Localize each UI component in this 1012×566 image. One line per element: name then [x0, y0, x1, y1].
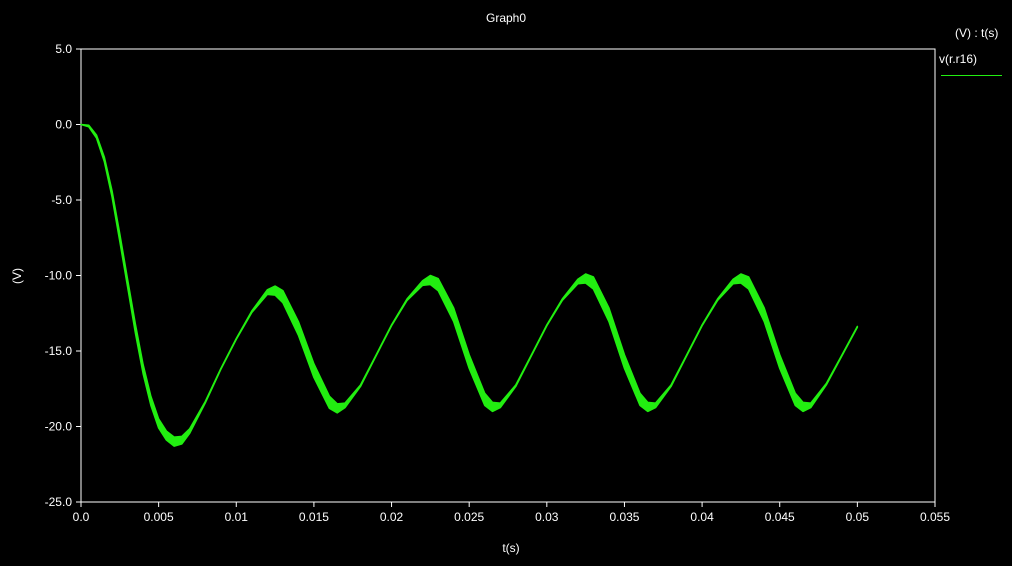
x-tick-label: 0.05 — [846, 510, 870, 524]
y-axis-ticks: 5.0 0.0 -5.0 -10.0 -15.0 -20.0 -25.0 — [45, 42, 81, 509]
chart-title: Graph0 — [486, 11, 526, 25]
x-tick-label: 0.02 — [380, 510, 404, 524]
y-tick-label: 0.0 — [55, 118, 72, 132]
y-tick-label: -10.0 — [45, 269, 73, 283]
y-axis-label: (V) — [10, 268, 24, 284]
series-layer — [80, 123, 859, 447]
x-tick-label: 0.04 — [690, 510, 714, 524]
x-tick-label: 0.025 — [454, 510, 484, 524]
y-tick-label: -25.0 — [45, 495, 73, 509]
y-tick-label: -15.0 — [45, 344, 73, 358]
x-tick-label: 0.005 — [144, 510, 174, 524]
x-tick-label: 0.03 — [535, 510, 559, 524]
y-tick-label: -5.0 — [51, 193, 72, 207]
chart-plot: Graph0 t(s) (V) 0.0 0.005 0.01 0.015 0.02 0.0… — [10, 11, 950, 555]
legend-header: (V) : t(s) — [955, 26, 999, 40]
legend-series-label: v(r.r16) — [939, 52, 978, 66]
x-tick-label: 0.055 — [920, 510, 950, 524]
x-tick-label: 0.035 — [609, 510, 639, 524]
x-axis-ticks: 0.0 0.005 0.01 0.015 0.02 0.025 0.03 0.035 0.04 0… — [73, 502, 950, 524]
y-tick-label: -20.0 — [45, 420, 73, 434]
x-axis-label: t(s) — [502, 541, 519, 555]
x-tick-label: 0.045 — [765, 510, 795, 524]
series-ripple-band — [80, 123, 859, 447]
legend-series-swatch — [941, 75, 1002, 76]
y-tick-label: 5.0 — [55, 42, 72, 56]
x-tick-label: 0.01 — [225, 510, 249, 524]
plot-frame — [80, 48, 936, 503]
x-tick-label: 0.015 — [299, 510, 329, 524]
x-tick-label: 0.0 — [73, 510, 90, 524]
